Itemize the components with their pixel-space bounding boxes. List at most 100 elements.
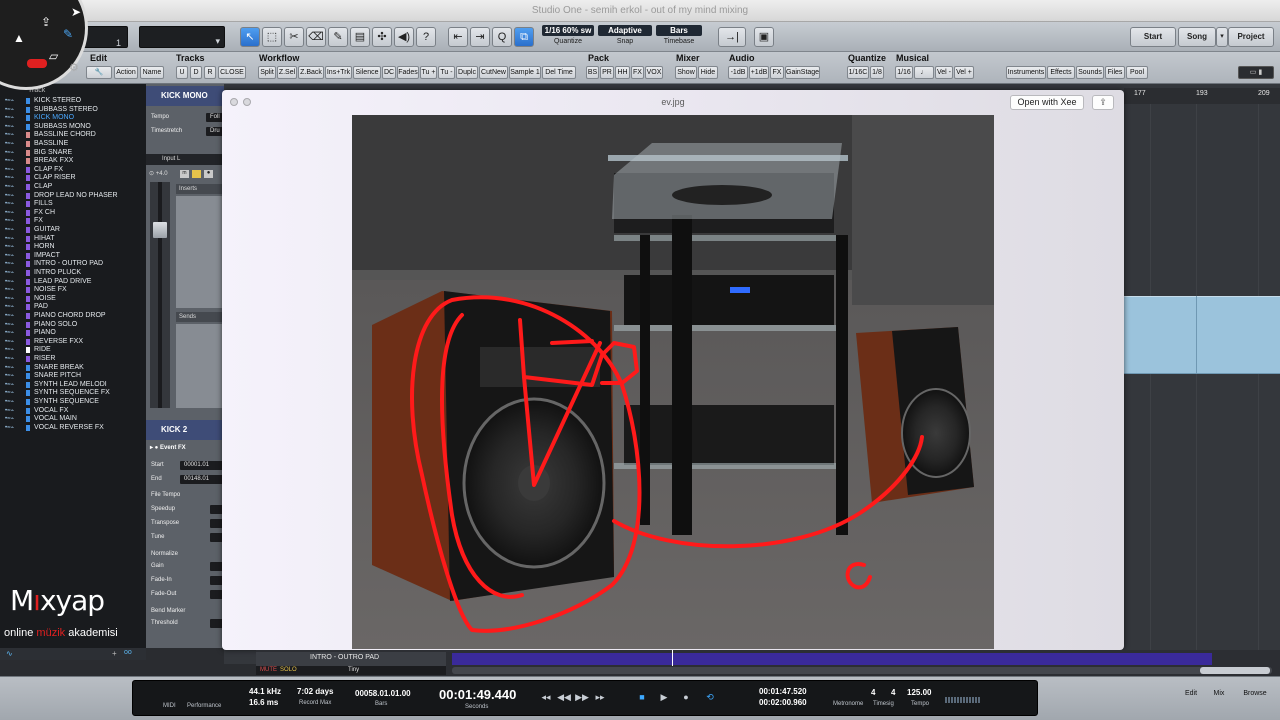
event-fx-label[interactable]: ▸ ● Event FX: [150, 444, 186, 451]
track-mode-icon[interactable]: •≈⌁: [5, 107, 23, 113]
input-channel-label[interactable]: Input L: [146, 154, 224, 165]
audio-plus1db-button[interactable]: +1dB: [749, 66, 769, 79]
song-dropdown-chevron-icon[interactable]: ▾: [1216, 27, 1228, 47]
track-mode-icon[interactable]: •≈⌁: [5, 270, 23, 276]
browse-view-button[interactable]: Browse: [1238, 687, 1272, 701]
paint-tool-button[interactable]: ✎: [328, 27, 348, 47]
track-row[interactable]: •≈⌁ SYNTH SEQUENCE: [0, 398, 146, 407]
track-mode-icon[interactable]: •≈⌁: [5, 227, 23, 233]
loop-end[interactable]: 00:02:00.960: [759, 698, 807, 707]
share-icon[interactable]: ⇪: [1092, 95, 1114, 110]
browser-instruments-button[interactable]: Instruments: [1006, 66, 1046, 79]
workflow-deltime-button[interactable]: Del Time: [542, 66, 576, 79]
mix-view-button[interactable]: Mix: [1204, 687, 1234, 701]
volume-fader-knob[interactable]: [153, 222, 167, 238]
mute-all-button[interactable]: MUTE: [260, 667, 277, 673]
track-row[interactable]: •≈⌁ GUITAR: [0, 226, 146, 235]
track-mode-icon[interactable]: •≈⌁: [5, 330, 23, 336]
pack-pr-button[interactable]: PR: [600, 66, 614, 79]
timeline-ruler[interactable]: 177 193 209: [1124, 88, 1280, 104]
snap-value[interactable]: Adaptive: [598, 25, 652, 36]
track-row[interactable]: •≈⌁ NOISE FX: [0, 286, 146, 295]
workflow-split-button[interactable]: Split: [258, 66, 276, 79]
macro-action-button[interactable]: Action: [114, 66, 138, 79]
track-mode-icon[interactable]: •≈⌁: [5, 399, 23, 405]
audio-event-clip[interactable]: [1124, 296, 1280, 374]
track-number-display[interactable]: 1: [82, 26, 128, 48]
workflow-zback-button[interactable]: Z.Back: [298, 66, 324, 79]
link-icon[interactable]: oo: [124, 649, 132, 656]
track-mode-icon[interactable]: •≈⌁: [5, 304, 23, 310]
track-row[interactable]: •≈⌁ LEAD PAD DRIVE: [0, 278, 146, 287]
track-row[interactable]: •≈⌁ IMPACT: [0, 252, 146, 261]
tracks-r-button[interactable]: R: [204, 66, 216, 79]
musical-note-icon[interactable]: ♩: [914, 66, 934, 79]
track-mode-icon[interactable]: •≈⌁: [5, 167, 23, 173]
seconds-position[interactable]: 00:01:49.440: [439, 687, 516, 702]
track-mode-icon[interactable]: •≈⌁: [5, 98, 23, 104]
track-mode-icon[interactable]: •≈⌁: [5, 373, 23, 379]
nudge-left-button[interactable]: ⇤: [448, 27, 468, 47]
track-mode-icon[interactable]: •≈⌁: [5, 390, 23, 396]
track-row[interactable]: •≈⌁ PIANO SOLO: [0, 321, 146, 330]
quantize-value[interactable]: 1/16 60% sw: [542, 25, 594, 36]
track-row[interactable]: •≈⌁ VOCAL REVERSE FX: [0, 424, 146, 433]
track-row[interactable]: •≈⌁ SNARE PITCH: [0, 372, 146, 381]
workflow-dc-button[interactable]: DC: [382, 66, 396, 79]
musical-vel-minus-button[interactable]: Vel -: [935, 66, 953, 79]
track-row[interactable]: •≈⌁ RISER: [0, 355, 146, 364]
play-icon[interactable]: ▶: [657, 691, 671, 703]
automation-icon[interactable]: ∿: [6, 649, 13, 658]
rewind-icon[interactable]: ◀◀: [557, 691, 571, 703]
timebase-value[interactable]: Bars: [656, 25, 702, 36]
tracks-d-button[interactable]: D: [190, 66, 202, 79]
track-row[interactable]: •≈⌁ KICK STEREO: [0, 97, 146, 106]
pen-icon[interactable]: ✎: [63, 27, 73, 41]
help-button[interactable]: ?: [416, 27, 436, 47]
track-row[interactable]: •≈⌁ FX CH: [0, 209, 146, 218]
track-mode-icon[interactable]: •≈⌁: [5, 339, 23, 345]
track-mode-icon[interactable]: •≈⌁: [5, 236, 23, 242]
listen-tool-button[interactable]: ◀): [394, 27, 414, 47]
audio-fx-button[interactable]: FX: [770, 66, 784, 79]
pack-hh-button[interactable]: HH: [615, 66, 630, 79]
edit-wrench-icon[interactable]: 🔧: [86, 66, 112, 79]
inserts-slot-area[interactable]: [176, 196, 224, 308]
track-mode-icon[interactable]: •≈⌁: [5, 193, 23, 199]
track-mode-icon[interactable]: •≈⌁: [5, 184, 23, 190]
solo-all-button[interactable]: SOLO: [280, 667, 297, 673]
track-mode-icon[interactable]: •≈⌁: [5, 416, 23, 422]
arrow-tool-button[interactable]: ↖: [240, 27, 260, 47]
loop-icon[interactable]: ⟲: [703, 691, 717, 703]
track-mode-icon[interactable]: •≈⌁: [5, 244, 23, 250]
pack-fx-button[interactable]: FX: [631, 66, 644, 79]
mute-tool-button[interactable]: ▤: [350, 27, 370, 47]
track-row[interactable]: •≈⌁ RIDE: [0, 346, 146, 355]
red-marker-icon[interactable]: [27, 59, 47, 68]
track-row[interactable]: •≈⌁ INTRO PLUCK: [0, 269, 146, 278]
musical-1-16-button[interactable]: 1/16: [895, 66, 913, 79]
view-size-toggle[interactable]: ▭ ▮: [1238, 66, 1274, 79]
settings-gear-icon[interactable]: ⚙: [69, 61, 79, 74]
eraser-tool-button[interactable]: ⌫: [306, 27, 326, 47]
musical-vel-plus-button[interactable]: Vel +: [954, 66, 974, 79]
pack-vox-button[interactable]: VOX: [645, 66, 663, 79]
mixer-show-button[interactable]: Show: [675, 66, 697, 79]
audio-minus1db-button[interactable]: -1dB: [728, 66, 748, 79]
share-tool-icon[interactable]: ⇪: [41, 15, 51, 29]
workflow-instrk-button[interactable]: Ins+Trk: [325, 66, 352, 79]
track-row[interactable]: •≈⌁ CLAP RISER: [0, 174, 146, 183]
track-mode-icon[interactable]: •≈⌁: [5, 425, 23, 431]
track-row[interactable]: •≈⌁ PAD: [0, 303, 146, 312]
tempo-value[interactable]: 125.00: [907, 688, 931, 697]
track-mode-icon[interactable]: •≈⌁: [5, 201, 23, 207]
browser-sounds-button[interactable]: Sounds: [1076, 66, 1104, 79]
track-row[interactable]: •≈⌁ BIG SNARE: [0, 149, 146, 158]
start-page-button[interactable]: Start: [1130, 27, 1176, 47]
track-row[interactable]: •≈⌁ REVERSE FXX: [0, 338, 146, 347]
track-row[interactable]: •≈⌁ PIANO CHORD DROP: [0, 312, 146, 321]
quantize-1-8-button[interactable]: 1/8: [870, 66, 884, 79]
strip-track-header[interactable]: INTRO - OUTRO PAD: [256, 652, 446, 666]
workflow-fades-button[interactable]: Fades: [397, 66, 419, 79]
record-arm-button[interactable]: ●: [204, 170, 213, 178]
